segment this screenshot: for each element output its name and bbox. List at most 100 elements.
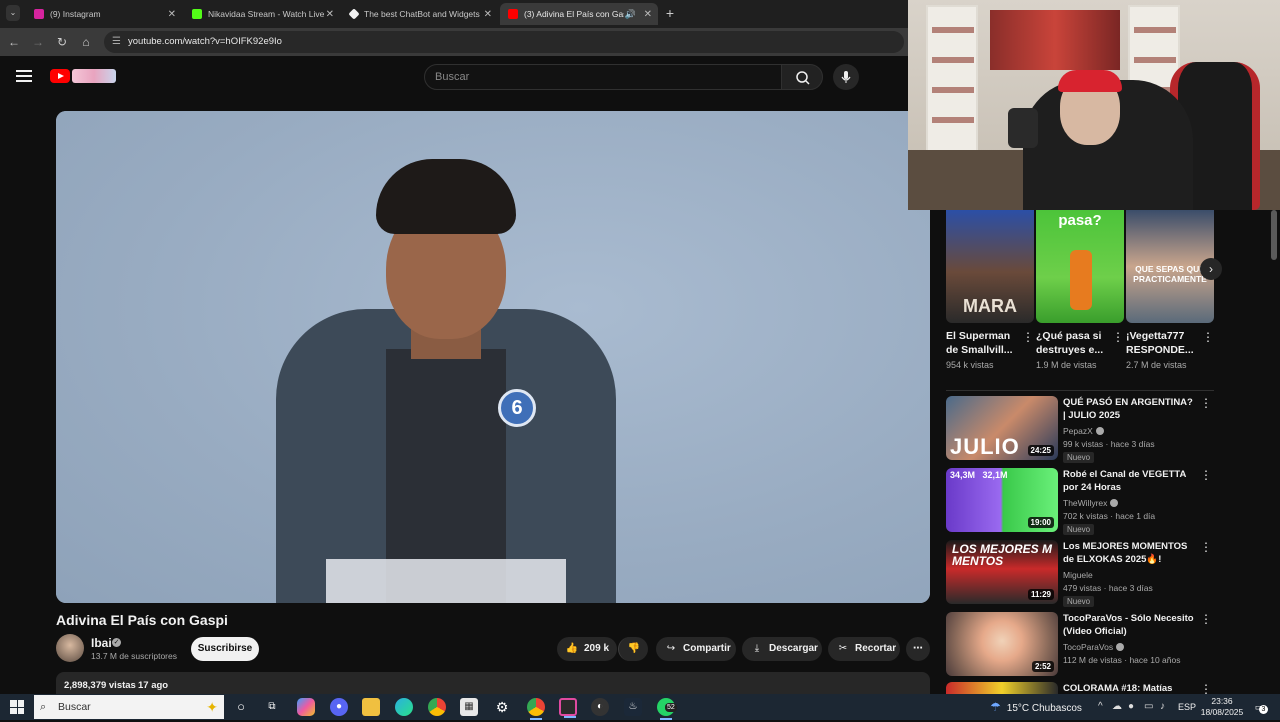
recommended-video[interactable]: 34,3M 32,1M 19:00 Robé el Canal de VEGET…	[946, 468, 1216, 535]
channel-name[interactable]: Miguele	[1063, 570, 1093, 580]
weather-text: 15°C Chubascos	[1006, 703, 1082, 714]
speaker-icon[interactable]: 🔊	[625, 9, 636, 20]
recommended-video[interactable]: LOS MEJORES M MENTOS 11:29 Los MEJORES M…	[946, 540, 1216, 607]
video-title[interactable]: TocoParaVos - Sólo Necesito (Video Ofici…	[1063, 612, 1198, 638]
more-vertical-icon[interactable]: ⋮	[1200, 682, 1212, 694]
share-button[interactable]: ↪ Compartir	[656, 637, 736, 661]
tab-youtube-active[interactable]: (3) Adivina El País con Gaspi 🔊 ✕	[500, 3, 658, 25]
channel-name[interactable]: TheWillyrex	[1063, 498, 1119, 508]
windows-start-icon[interactable]	[10, 700, 24, 714]
copilot-icon[interactable]	[297, 698, 315, 716]
short-title[interactable]: ¿Qué pasa si destruyes e...	[1036, 329, 1110, 357]
video-thumbnail[interactable]: LOS MEJORES M MENTOS 11:29	[946, 540, 1058, 604]
more-vertical-icon[interactable]: ⋮	[1112, 330, 1124, 344]
taskbar-search[interactable]: ⌕ Buscar ✦	[34, 695, 224, 719]
short-thumbnail[interactable]: MARA	[946, 210, 1034, 323]
file-explorer-icon[interactable]	[362, 698, 380, 716]
youtube-logo[interactable]	[50, 69, 116, 85]
url-text: youtube.com/watch?v=hOIFK92e9Io	[128, 36, 282, 47]
download-button[interactable]: ⤓ Descargar	[742, 637, 822, 661]
address-bar[interactable]: ☰ youtube.com/watch?v=hOIFK92e9Io	[104, 31, 904, 53]
obs-icon[interactable]	[559, 698, 577, 718]
short-item[interactable]: MARA El Superman de Smallvill... 954 k v…	[946, 210, 1034, 370]
weather-widget[interactable]: ☂ 15°C Chubascos	[990, 694, 1082, 722]
more-vertical-icon[interactable]: ⋮	[1200, 396, 1212, 410]
video-thumbnail[interactable]: JULIO 24:25	[946, 396, 1058, 460]
chevron-up-icon[interactable]: ^	[1098, 701, 1103, 712]
channel-name[interactable]: TocoParaVos	[1063, 642, 1125, 652]
recommended-video[interactable]: COLORAMA #18: Matías ⋮	[946, 682, 1216, 694]
settings-gear-icon[interactable]: ⚙	[493, 698, 511, 716]
steam-icon[interactable]: ♨	[624, 698, 642, 716]
chrome-profile-icon[interactable]	[527, 698, 545, 720]
menu-icon[interactable]	[16, 70, 32, 82]
video-title[interactable]: COLORAMA #18: Matías	[1063, 682, 1198, 694]
forward-icon[interactable]: →	[30, 34, 46, 50]
verified-icon	[1116, 643, 1125, 651]
home-icon[interactable]: ⌂	[78, 34, 94, 50]
duration-badge: 24:25	[1027, 445, 1054, 456]
subscribe-button[interactable]: Suscribirse	[191, 637, 259, 661]
volume-icon[interactable]: ♪	[1160, 701, 1165, 712]
close-icon[interactable]: ✕	[168, 9, 176, 20]
edge-icon[interactable]	[395, 698, 413, 716]
task-view-icon[interactable]: ⧉	[263, 698, 281, 716]
short-title[interactable]: El Superman de Smallvill...	[946, 329, 1020, 357]
video-thumbnail[interactable]: 2:52	[946, 612, 1058, 676]
new-tab-icon[interactable]: +	[662, 5, 678, 21]
whatsapp-icon[interactable]: 52	[657, 698, 677, 720]
tab-kick[interactable]: Nikavidaa Stream - Watch Live ✕	[184, 3, 340, 25]
close-icon[interactable]: ✕	[644, 9, 652, 20]
video-thumbnail[interactable]: 34,3M 32,1M 19:00	[946, 468, 1058, 532]
tab-instagram[interactable]: (9) Instagram ✕	[26, 3, 182, 25]
short-item[interactable]: QUE SEPAS QUE PRACTICAMENTE ¡Vegetta777 …	[1126, 210, 1214, 370]
notification-icon[interactable]: 3 ▭	[1251, 699, 1268, 715]
video-player[interactable]: 6	[56, 111, 930, 603]
site-info-icon[interactable]: ☰	[112, 31, 121, 53]
channel-name[interactable]: PepazX	[1063, 426, 1104, 436]
video-title[interactable]: Los MEJORES MOMENTOS de ELXOKAS 2025🔥!	[1063, 540, 1198, 566]
dislike-button[interactable]: 👎	[618, 637, 648, 661]
view-count: 2,898,379 vistas	[64, 680, 136, 691]
store-icon[interactable]: ▦	[460, 698, 478, 716]
discord-icon[interactable]: ●	[330, 698, 348, 716]
tab-search-icon[interactable]: ⌄	[6, 5, 20, 21]
close-icon[interactable]: ✕	[326, 9, 334, 20]
close-icon[interactable]: ✕	[484, 9, 492, 20]
tab-chatbot[interactable]: The best ChatBot and Widgets ✕	[342, 3, 498, 25]
video-title[interactable]: QUÉ PASÓ EN ARGENTINA? | JULIO 2025	[1063, 396, 1198, 422]
recommended-video[interactable]: 2:52 TocoParaVos - Sólo Necesito (Video …	[946, 612, 1216, 678]
search-input[interactable]: Buscar	[424, 64, 782, 90]
voice-search-button[interactable]	[833, 64, 859, 90]
network-icon[interactable]: ▭	[1144, 701, 1153, 712]
search-button[interactable]	[781, 64, 823, 90]
cloud-icon[interactable]: ☁	[1112, 701, 1122, 712]
short-thumbnail[interactable]: pasa?	[1036, 210, 1124, 323]
video-thumbnail[interactable]	[946, 682, 1058, 694]
more-actions-button[interactable]: ⋯	[906, 637, 930, 661]
reload-icon[interactable]: ↻	[54, 34, 70, 50]
chevron-right-icon[interactable]: ›	[1200, 258, 1222, 280]
back-icon[interactable]: ←	[6, 34, 22, 50]
channel-avatar[interactable]	[56, 634, 84, 662]
like-button[interactable]: 👍 209 k	[557, 637, 617, 661]
more-vertical-icon[interactable]: ⋮	[1022, 330, 1034, 344]
more-vertical-icon[interactable]: ⋮	[1200, 540, 1212, 554]
short-item[interactable]: pasa? ¿Qué pasa si destruyes e... 1.9 M …	[1036, 210, 1124, 370]
app-icon[interactable]: ◐	[591, 698, 609, 716]
more-vertical-icon[interactable]: ⋮	[1202, 330, 1214, 344]
clip-button[interactable]: ✂ Recortar	[828, 637, 900, 661]
mic-tray-icon[interactable]: ●	[1128, 701, 1134, 712]
instagram-icon	[34, 9, 44, 19]
recommended-video[interactable]: JULIO 24:25 QUÉ PASÓ EN ARGENTINA? | JUL…	[946, 396, 1216, 463]
scrollbar[interactable]	[1271, 210, 1277, 260]
chrome-icon[interactable]	[428, 698, 446, 716]
more-vertical-icon[interactable]: ⋮	[1200, 612, 1212, 626]
system-clock[interactable]: 23:36 18/08/2025	[1200, 696, 1244, 718]
video-title[interactable]: Robé el Canal de VEGETTA por 24 Horas	[1063, 468, 1198, 494]
more-vertical-icon[interactable]: ⋮	[1200, 468, 1212, 482]
language-indicator[interactable]: ESP	[1178, 694, 1196, 720]
channel-name[interactable]: Ibai	[91, 636, 112, 650]
short-title[interactable]: ¡Vegetta777 RESPONDE...	[1126, 329, 1200, 357]
cortana-icon[interactable]: ○	[232, 698, 250, 716]
